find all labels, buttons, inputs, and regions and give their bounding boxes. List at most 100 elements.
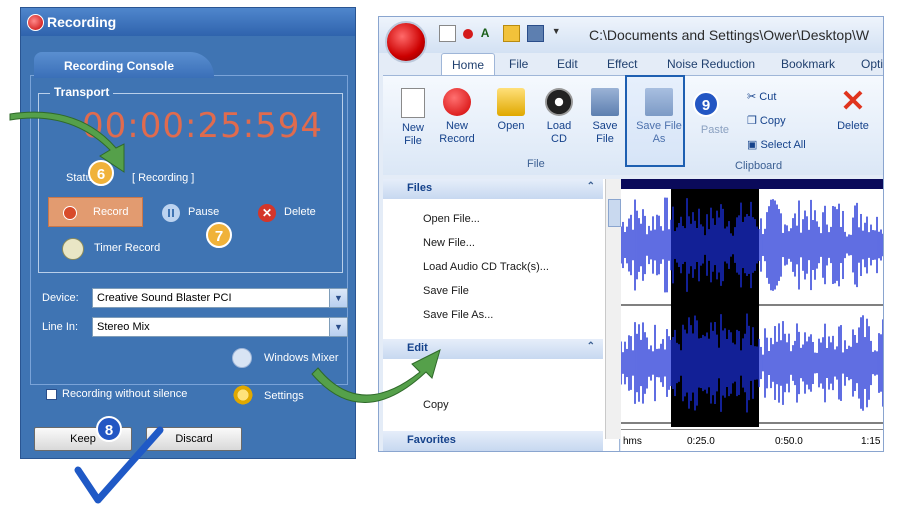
save-file-as-highlight bbox=[625, 75, 685, 167]
time-display: 00:00:25:594 bbox=[82, 106, 324, 146]
new-file-icon[interactable] bbox=[439, 25, 456, 42]
favorites-panel-header[interactable]: Favorites bbox=[383, 431, 603, 451]
line-in-label: Line In: bbox=[42, 321, 79, 333]
timer-record-label: Timer Record bbox=[94, 242, 161, 254]
quick-access-toolbar: A ▼ bbox=[439, 25, 564, 45]
save-file-as-link[interactable]: Save File As... bbox=[423, 309, 493, 321]
settings-link[interactable]: Settings bbox=[264, 390, 304, 402]
copy-link[interactable]: Copy bbox=[423, 399, 449, 411]
new-record-label: New Record bbox=[439, 120, 475, 145]
clock-icon bbox=[62, 238, 84, 260]
edit-panel-header[interactable]: Edit ⌃ bbox=[383, 339, 603, 359]
group-clipboard-label: Clipboard bbox=[735, 160, 783, 172]
new-file-icon bbox=[401, 88, 425, 118]
ruler-label-hms: hms bbox=[623, 436, 642, 447]
step-badge-8: 8 bbox=[96, 416, 122, 442]
windows-mixer-link[interactable]: Windows Mixer bbox=[264, 352, 339, 364]
save-file-button[interactable]: Save File bbox=[585, 88, 625, 146]
chevron-down-icon[interactable]: ▼ bbox=[552, 26, 561, 41]
delete-label: Delete bbox=[284, 206, 316, 218]
edit-header-label: Edit bbox=[407, 342, 428, 354]
collapse-icon[interactable]: ⌃ bbox=[587, 181, 595, 192]
save-icon bbox=[591, 88, 619, 116]
transport-label: Transport bbox=[50, 85, 114, 99]
paste-button[interactable]: Paste bbox=[695, 124, 735, 137]
new-record-button[interactable]: New Record bbox=[437, 88, 477, 146]
copy-icon: ❐ bbox=[747, 115, 760, 127]
waveform-overview-bar bbox=[621, 179, 883, 189]
delete-icon: ✕ bbox=[840, 85, 866, 118]
record-button[interactable]: Record bbox=[48, 197, 143, 227]
tab-recording-console[interactable]: Recording Console bbox=[34, 52, 214, 78]
folder-icon[interactable] bbox=[503, 25, 521, 42]
load-cd-label: Load CD bbox=[546, 120, 572, 145]
device-value: Creative Sound Blaster PCI bbox=[97, 292, 232, 304]
cut-button[interactable]: ✂ Cut bbox=[747, 90, 776, 103]
ribbon-tabs: Home File Edit Effect Noise Reduction Bo… bbox=[429, 53, 883, 82]
select-all-icon: ▣ bbox=[747, 139, 761, 151]
cut-label: Cut bbox=[759, 91, 777, 103]
save-file-link[interactable]: Save File bbox=[423, 285, 469, 297]
pause-label: Pause bbox=[188, 206, 220, 218]
recording-without-silence-checkbox[interactable] bbox=[46, 389, 57, 400]
select-all-button[interactable]: ▣ Select All bbox=[747, 138, 806, 151]
waveform-view[interactable]: hms 0:25.0 0:50.0 1:15 bbox=[621, 179, 884, 451]
chevron-down-icon[interactable]: ▼ bbox=[329, 289, 347, 307]
time-ruler: hms 0:25.0 0:50.0 1:15 bbox=[621, 429, 883, 451]
folder-icon bbox=[497, 88, 525, 116]
device-label: Device: bbox=[42, 292, 79, 304]
delete-ribbon-label: Delete bbox=[837, 120, 869, 132]
record-icon bbox=[443, 88, 471, 116]
load-cd-button[interactable]: Load CD bbox=[539, 88, 579, 146]
cd-icon bbox=[545, 88, 573, 116]
speaker-icon[interactable] bbox=[232, 348, 252, 368]
device-select[interactable]: Creative Sound Blaster PCI ▼ bbox=[92, 288, 348, 308]
load-audio-cd-link[interactable]: Load Audio CD Track(s)... bbox=[423, 261, 549, 273]
favorites-header-label: Favorites bbox=[407, 434, 456, 446]
open-button[interactable]: Open bbox=[491, 88, 531, 133]
group-file-label: File bbox=[527, 158, 545, 170]
step-badge-6: 6 bbox=[88, 160, 114, 186]
gear-icon[interactable] bbox=[232, 384, 254, 406]
timer-record-button[interactable]: Timer Record bbox=[62, 238, 202, 260]
panel-scrollbar[interactable] bbox=[605, 179, 621, 439]
recording-title-bar: Recording bbox=[21, 8, 355, 36]
pause-button[interactable]: Pause bbox=[162, 204, 242, 224]
record-label: Record bbox=[93, 206, 129, 218]
files-panel-header[interactable]: Files ⌃ bbox=[383, 179, 603, 199]
status-value: [ Recording ] bbox=[132, 172, 195, 184]
copy-label: Copy bbox=[759, 115, 786, 127]
record-icon bbox=[63, 206, 77, 220]
copy-button[interactable]: ❐ Copy bbox=[747, 114, 786, 127]
delete-icon: ✕ bbox=[258, 204, 276, 222]
delete-button[interactable]: ✕ Delete bbox=[258, 204, 338, 224]
new-file-button[interactable]: New File bbox=[393, 88, 433, 148]
recording-without-silence-label: Recording without silence bbox=[62, 388, 188, 400]
ruler-label-50s: 0:50.0 bbox=[775, 436, 803, 447]
scrollbar-thumb[interactable] bbox=[608, 199, 621, 227]
new-file-link[interactable]: New File... bbox=[423, 237, 475, 249]
line-in-select[interactable]: Stereo Mix ▼ bbox=[92, 317, 348, 337]
save-icon[interactable] bbox=[527, 25, 545, 42]
step-badge-7: 7 bbox=[206, 222, 232, 248]
open-file-link[interactable]: Open File... bbox=[423, 213, 480, 225]
delete-ribbon-button[interactable]: ✕ Delete bbox=[833, 85, 873, 133]
recording-title: Recording bbox=[47, 14, 117, 30]
font-icon[interactable]: A bbox=[481, 26, 496, 41]
ruler-label-1-15: 1:15 bbox=[861, 436, 881, 447]
pause-icon bbox=[162, 204, 180, 222]
new-file-label: New File bbox=[401, 122, 424, 147]
discard-button[interactable]: Discard bbox=[146, 427, 242, 451]
editor-window: A ▼ C:\Documents and Settings\Ower\Deskt… bbox=[378, 16, 884, 452]
tasks-panel: Files ⌃ Open File... New File... Load Au… bbox=[383, 179, 621, 451]
record-icon[interactable] bbox=[463, 28, 474, 39]
record-app-icon bbox=[27, 14, 44, 31]
selection-region[interactable] bbox=[671, 189, 759, 427]
open-label: Open bbox=[497, 120, 525, 132]
chevron-down-icon[interactable]: ▼ bbox=[329, 318, 347, 336]
collapse-icon[interactable]: ⌃ bbox=[587, 341, 595, 352]
select-all-label: Select All bbox=[760, 139, 806, 151]
waveform-channels[interactable] bbox=[621, 189, 884, 439]
ruler-label-25s: 0:25.0 bbox=[687, 436, 715, 447]
application-menu-button[interactable] bbox=[385, 21, 427, 63]
